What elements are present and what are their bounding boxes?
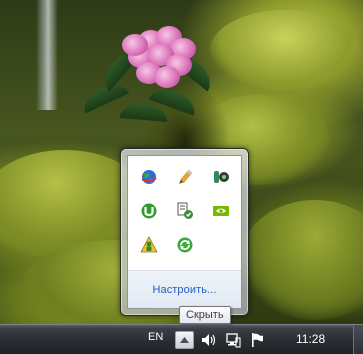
wallpaper-waterfall [36, 0, 58, 110]
audio-driver-icon[interactable] [206, 162, 236, 192]
customize-link[interactable]: Настроить... [152, 284, 216, 296]
volume-icon[interactable] [200, 331, 218, 349]
nvidia-icon[interactable] [206, 196, 236, 226]
chevron-up-icon [180, 337, 189, 343]
show-desktop-button[interactable] [353, 325, 363, 354]
green-refresh-icon[interactable] [170, 230, 200, 260]
person-update-icon[interactable] [134, 230, 164, 260]
show-hidden-icons-button[interactable] [175, 331, 194, 349]
wallpaper-pink-flower [108, 20, 208, 100]
taskbar: EN 11:28 [0, 324, 363, 354]
notification-overflow-window: Настроить... [120, 148, 249, 316]
tray-icon-grid [134, 162, 236, 262]
wallpaper-moss-rock [210, 10, 360, 90]
network-icon[interactable] [224, 331, 242, 349]
overflow-footer: Настроить... [128, 270, 241, 308]
pencil-tool-icon[interactable] [170, 162, 200, 192]
wallpaper-moss-rock [240, 200, 363, 320]
globe-network-icon[interactable] [134, 162, 164, 192]
language-indicator[interactable]: EN [148, 331, 163, 343]
action-center-flag-icon[interactable] [248, 331, 266, 349]
clock[interactable]: 11:28 [296, 332, 325, 346]
hide-tooltip: Скрыть [179, 306, 231, 324]
utorrent-icon[interactable] [134, 196, 164, 226]
document-sync-icon[interactable] [170, 196, 200, 226]
overflow-panel: Настроить... [127, 155, 242, 309]
